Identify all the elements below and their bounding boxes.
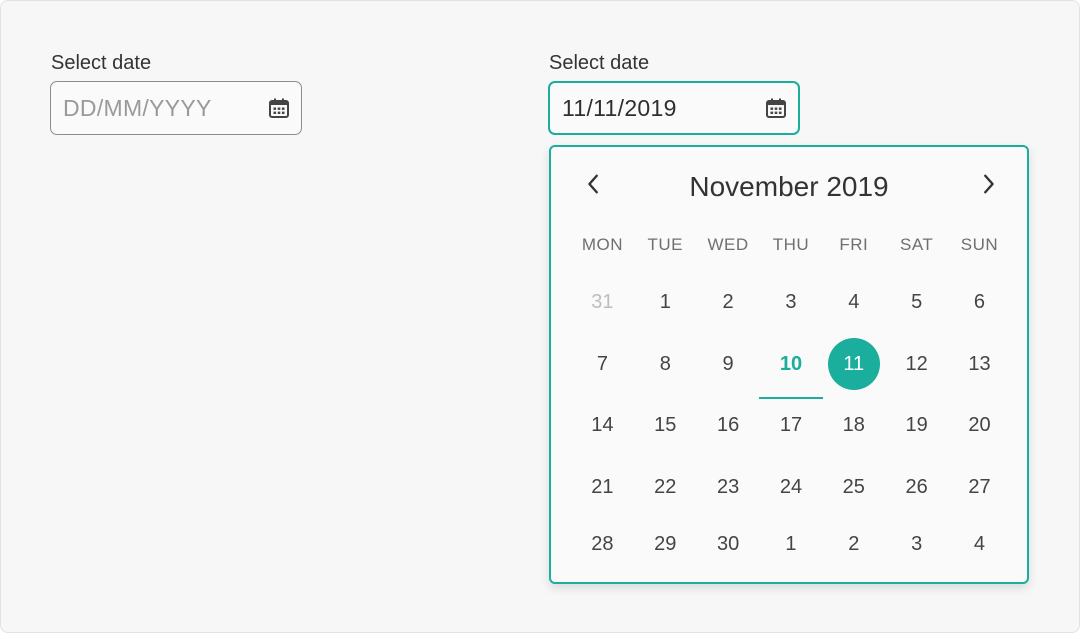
calendar-day[interactable]: 24 <box>760 461 823 513</box>
calendar-day-selected[interactable]: 11 <box>822 338 885 391</box>
calendar-week: 31 1 2 3 4 5 6 <box>571 272 1011 334</box>
calendar-day-today[interactable]: 10 <box>758 338 824 400</box>
calendar-day[interactable]: 8 <box>634 338 697 390</box>
calendar-week: 7 8 9 10 11 12 13 <box>571 334 1011 400</box>
calendar-day[interactable]: 22 <box>634 461 697 513</box>
calendar-week: 14 15 16 17 18 19 20 <box>571 395 1011 457</box>
right-date-input[interactable]: 11/11/2019 <box>548 81 800 135</box>
weekday-label: MON <box>581 234 623 254</box>
calendar-day[interactable]: 30 <box>697 518 760 570</box>
calendar-week: 21 22 23 24 25 26 27 <box>571 457 1011 519</box>
calendar-day[interactable]: 15 <box>634 400 697 452</box>
page-background: Select date DD/MM/YYYY Select date 11/11… <box>0 0 1080 633</box>
next-month-button[interactable] <box>973 169 1003 199</box>
calendar-day[interactable]: 18 <box>822 400 885 452</box>
right-date-label: Select date <box>549 52 650 74</box>
weekday-label: TUE <box>647 234 684 254</box>
calendar-day[interactable]: 27 <box>948 461 1011 513</box>
calendar-grid: MON TUE WED THU FRI SAT SUN 31 1 2 3 4 5… <box>571 217 1011 570</box>
calendar-day[interactable]: 23 <box>697 461 760 513</box>
calendar-day[interactable]: 29 <box>634 518 697 570</box>
weekday-label: FRI <box>839 234 869 254</box>
calendar-week: 28 29 30 1 2 3 4 <box>571 518 1011 570</box>
calendar-day[interactable]: 16 <box>697 400 760 452</box>
calendar-day[interactable]: 4 <box>822 277 885 329</box>
calendar-day[interactable]: 12 <box>885 338 948 390</box>
calendar-day[interactable]: 14 <box>571 400 634 452</box>
calendar-day[interactable]: 1 <box>760 518 823 570</box>
selected-day-number: 11 <box>827 338 880 391</box>
weekday-label: SAT <box>899 234 934 254</box>
weekday-label: THU <box>772 234 810 254</box>
calendar-day[interactable]: 1 <box>634 277 697 329</box>
calendar-icon[interactable] <box>764 96 788 120</box>
calendar-day[interactable]: 3 <box>760 277 823 329</box>
calendar-day-outside[interactable]: 31 <box>571 277 634 329</box>
weekday-label: WED <box>707 234 749 254</box>
chevron-right-icon <box>984 174 994 194</box>
right-date-value: 11/11/2019 <box>562 94 677 121</box>
calendar-day[interactable]: 26 <box>885 461 948 513</box>
calendar-day[interactable]: 9 <box>697 338 760 390</box>
left-date-label: Select date <box>51 52 152 74</box>
calendar-day[interactable]: 2 <box>697 277 760 329</box>
calendar-popup: November 2019 MON TUE WED THU FRI SAT SU… <box>549 145 1029 584</box>
left-date-input[interactable]: DD/MM/YYYY <box>50 81 302 135</box>
calendar-day[interactable]: 3 <box>885 518 948 570</box>
weekday-label: SUN <box>960 234 999 254</box>
weekday-header: MON TUE WED THU FRI SAT SUN <box>571 217 1011 272</box>
calendar-day[interactable]: 19 <box>885 400 948 452</box>
calendar-day[interactable]: 13 <box>948 338 1011 390</box>
calendar-day[interactable]: 2 <box>822 518 885 570</box>
calendar-icon[interactable] <box>267 96 291 120</box>
calendar-day[interactable]: 5 <box>885 277 948 329</box>
calendar-day[interactable]: 25 <box>822 461 885 513</box>
calendar-month-title: November 2019 <box>689 171 889 202</box>
calendar-day[interactable]: 17 <box>760 400 823 452</box>
calendar-day[interactable]: 28 <box>571 518 634 570</box>
calendar-day[interactable]: 7 <box>571 338 634 390</box>
calendar-day[interactable]: 6 <box>948 277 1011 329</box>
calendar-day[interactable]: 21 <box>571 461 634 513</box>
left-date-placeholder: DD/MM/YYYY <box>63 94 212 121</box>
calendar-day[interactable]: 20 <box>948 400 1011 452</box>
calendar-day[interactable]: 4 <box>948 518 1011 570</box>
